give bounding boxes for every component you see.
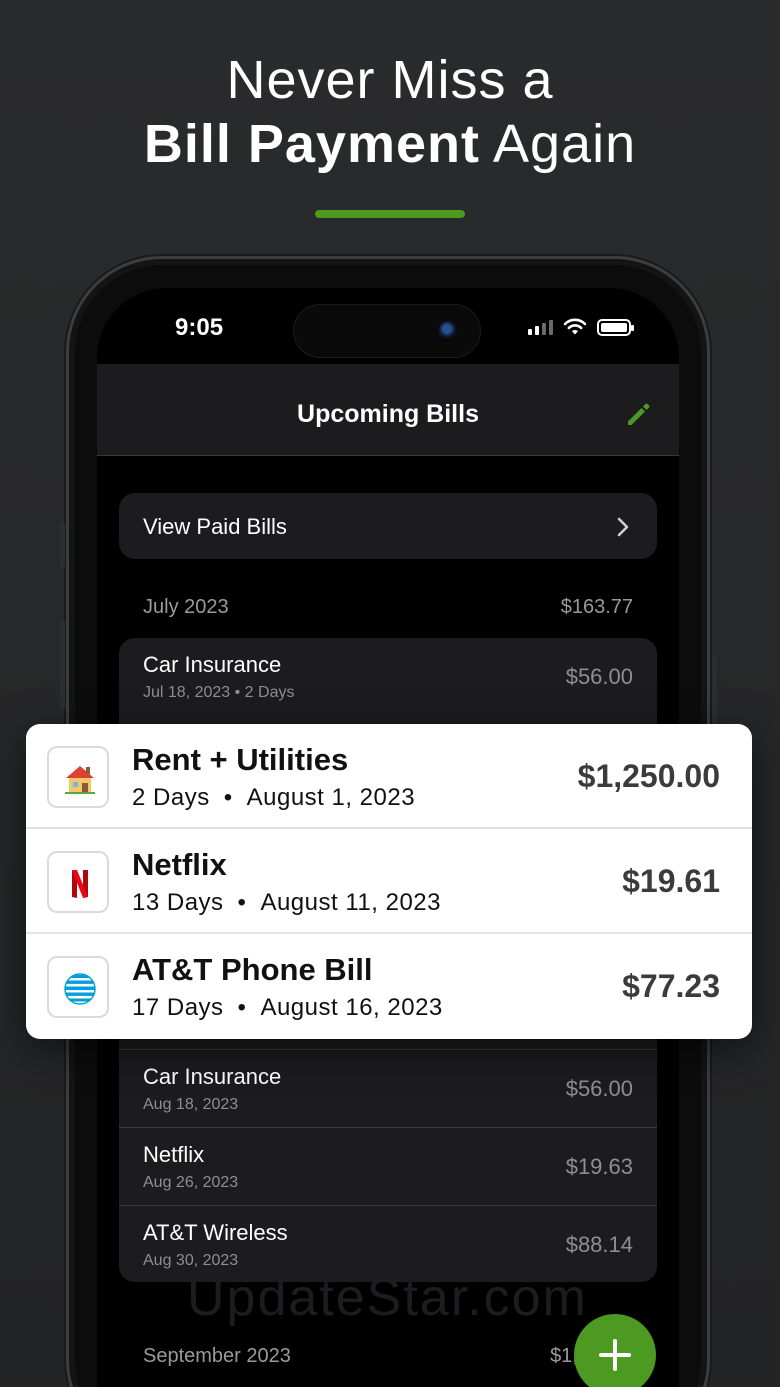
camera-icon xyxy=(438,321,458,341)
featured-bill-row[interactable]: Netflix 13 Days • August 11, 2023 $19.61 xyxy=(26,829,752,934)
featured-bill-days: 2 Days xyxy=(132,784,210,811)
netflix-icon xyxy=(47,851,109,913)
featured-bill-due: 13 Days • August 11, 2023 xyxy=(132,889,441,916)
bill-date: Aug 26, 2023 xyxy=(143,1174,239,1191)
featured-bill-row[interactable]: AT&T Phone Bill 17 Days • August 16, 2023 … xyxy=(26,934,752,1039)
battery-icon xyxy=(597,318,634,336)
bill-name: Netflix xyxy=(143,1142,205,1167)
bill-name: Car Insurance xyxy=(143,652,282,677)
section-header-september: September 2023 $1,4 xyxy=(143,1345,633,1368)
featured-bill-row[interactable]: Rent + Utilities 2 Days • August 1, 2023 $… xyxy=(26,724,752,829)
featured-bill-name: Netflix xyxy=(132,847,227,882)
bill-date: Jul 18, 2023 • 2 Days xyxy=(143,684,295,701)
featured-bill-date: August 16, 2023 xyxy=(260,994,443,1021)
bill-row[interactable]: Car Insurance Aug 18, 2023 $56.00 xyxy=(119,1050,657,1128)
bill-row[interactable]: Netflix Aug 26, 2023 $19.63 xyxy=(119,1128,657,1206)
featured-bill-days: 17 Days xyxy=(132,994,224,1021)
headline-line-2: Bill Payment Again xyxy=(0,112,780,176)
bill-row[interactable]: Car Insurance Jul 18, 2023 • 2 Days $56.… xyxy=(119,638,657,716)
headline: Never Miss a Bill Payment Again xyxy=(0,48,780,176)
dynamic-island xyxy=(293,304,481,358)
nav-bar: Upcoming Bills xyxy=(97,364,679,456)
bill-amount: $19.63 xyxy=(565,1154,633,1179)
section-month: September 2023 xyxy=(143,1345,291,1367)
add-bill-button[interactable] xyxy=(574,1314,656,1387)
featured-bill-date: August 11, 2023 xyxy=(260,889,441,916)
headline-line-1: Never Miss a xyxy=(226,50,554,110)
featured-bill-due: 17 Days • August 16, 2023 xyxy=(132,994,443,1021)
view-paid-bills-button[interactable]: View Paid Bills xyxy=(119,493,657,559)
att-globe-icon xyxy=(47,956,109,1018)
section-total: $163.77 xyxy=(560,596,633,618)
accent-divider xyxy=(315,210,465,218)
featured-bill-date: August 1, 2023 xyxy=(246,784,416,811)
featured-bill-days: 13 Days xyxy=(132,889,224,916)
featured-bill-due: 2 Days • August 1, 2023 xyxy=(132,784,416,811)
page-title: Upcoming Bills xyxy=(297,400,479,428)
featured-bill-amount: $19.61 xyxy=(622,863,720,899)
bill-amount: $88.14 xyxy=(565,1232,633,1257)
bill-amount: $56.00 xyxy=(565,664,633,689)
section-header-july: July 2023 $163.77 xyxy=(143,596,633,619)
featured-bill-amount: $77.23 xyxy=(622,968,720,1004)
status-time: 9:05 xyxy=(175,314,224,341)
house-icon xyxy=(47,746,109,808)
wifi-icon xyxy=(563,318,587,335)
phone-side-button xyxy=(60,620,65,710)
headline-bold: Bill Payment xyxy=(143,114,480,174)
status-icons xyxy=(528,318,634,336)
featured-bill-amount: $1,250.00 xyxy=(577,758,720,794)
bill-list-august: Car Insurance Aug 18, 2023 $56.00 Netfli… xyxy=(119,1010,657,1282)
featured-bills-card: Rent + Utilities 2 Days • August 1, 2023 $… xyxy=(26,724,752,1039)
section-month: July 2023 xyxy=(143,596,229,618)
pencil-icon[interactable] xyxy=(623,398,655,430)
featured-bill-name: Rent + Utilities xyxy=(132,742,349,777)
bill-name: AT&T Wireless xyxy=(143,1220,288,1245)
phone-side-button xyxy=(60,522,65,568)
view-paid-bills-label: View Paid Bills xyxy=(143,514,287,539)
watermark: UpdateStar.com xyxy=(187,1269,588,1327)
signal-icon xyxy=(528,319,553,335)
headline-rest: Again xyxy=(479,114,637,174)
bill-date: Aug 18, 2023 xyxy=(143,1096,239,1113)
bill-amount: $56.00 xyxy=(565,1076,633,1101)
chevron-right-icon xyxy=(617,517,629,537)
bill-name: Car Insurance xyxy=(143,1064,282,1089)
phone-side-button xyxy=(712,655,717,725)
featured-bill-name: AT&T Phone Bill xyxy=(132,952,373,987)
